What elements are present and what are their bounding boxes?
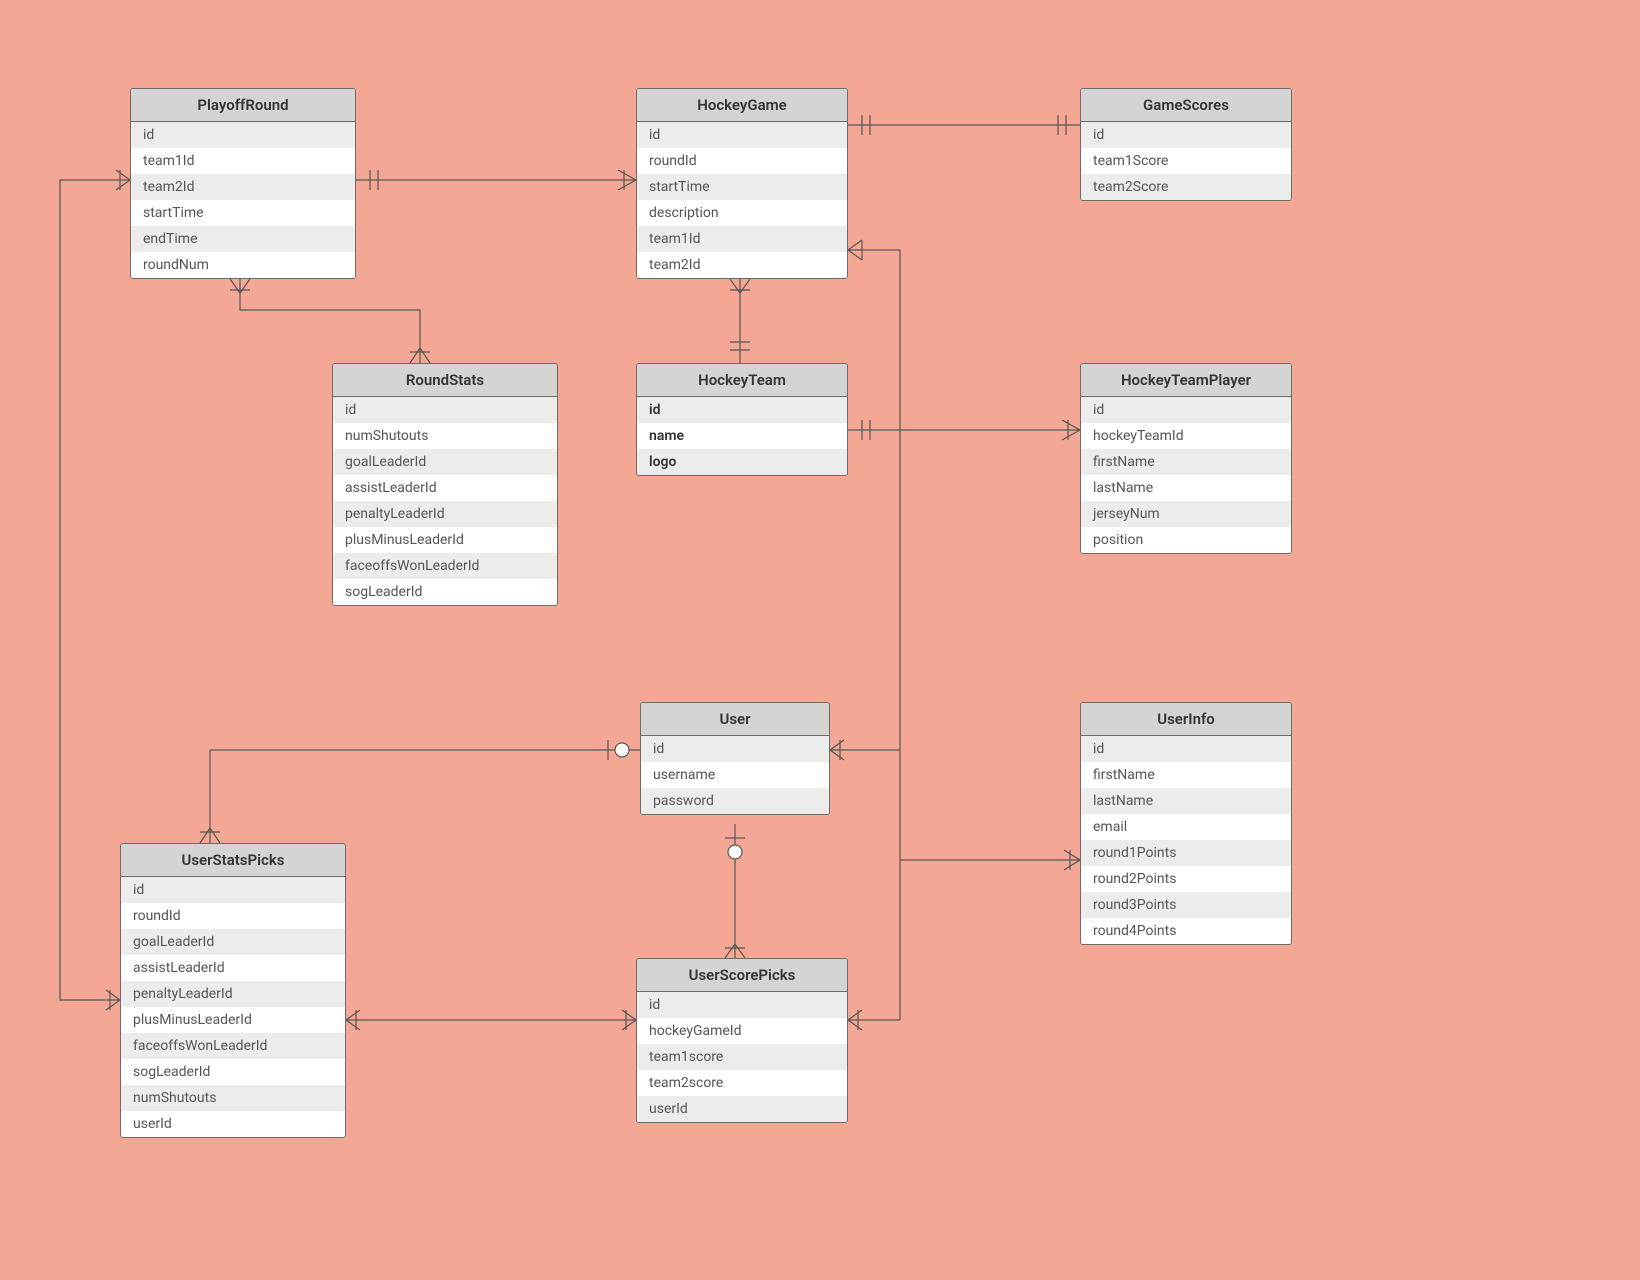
entity-field: team1Score [1081, 148, 1291, 174]
entity-field: jerseyNum [1081, 501, 1291, 527]
entity-header: HockeyTeamPlayer [1081, 364, 1291, 397]
entity-hockeyteam: HockeyTeam id name logo [636, 363, 848, 476]
entity-field: firstName [1081, 449, 1291, 475]
entity-field: team1score [637, 1044, 847, 1070]
entity-userscorepicks: UserScorePicks id hockeyGameId team1scor… [636, 958, 848, 1123]
entity-field: roundNum [131, 252, 355, 278]
entity-field: startTime [131, 200, 355, 226]
entity-header: GameScores [1081, 89, 1291, 122]
entity-gamescores: GameScores id team1Score team2Score [1080, 88, 1292, 201]
entity-field: penaltyLeaderId [121, 981, 345, 1007]
entity-field: sogLeaderId [333, 579, 557, 605]
entity-field: userId [121, 1111, 345, 1137]
entity-user: User id username password [640, 702, 830, 815]
entity-field: round3Points [1081, 892, 1291, 918]
entity-field: assistLeaderId [333, 475, 557, 501]
entity-field: id [637, 992, 847, 1018]
entity-field: startTime [637, 174, 847, 200]
entity-field: id [121, 877, 345, 903]
entity-header: UserStatsPicks [121, 844, 345, 877]
entity-field: description [637, 200, 847, 226]
entity-field: id [637, 122, 847, 148]
entity-field: lastName [1081, 788, 1291, 814]
entity-field: id [641, 736, 829, 762]
entity-field: sogLeaderId [121, 1059, 345, 1085]
entity-hockeygame: HockeyGame id roundId startTime descript… [636, 88, 848, 279]
entity-field: goalLeaderId [333, 449, 557, 475]
entity-field: faceoffsWonLeaderId [121, 1033, 345, 1059]
entity-field: position [1081, 527, 1291, 553]
entity-field: hockeyTeamId [1081, 423, 1291, 449]
entity-field: roundId [637, 148, 847, 174]
entity-userinfo: UserInfo id firstName lastName email rou… [1080, 702, 1292, 945]
entity-field: id [131, 122, 355, 148]
entity-field: penaltyLeaderId [333, 501, 557, 527]
entity-field: team2Id [637, 252, 847, 278]
entity-roundstats: RoundStats id numShutouts goalLeaderId a… [332, 363, 558, 606]
entity-field: team2score [637, 1070, 847, 1096]
entity-userstatspicks: UserStatsPicks id roundId goalLeaderId a… [120, 843, 346, 1138]
entity-field: numShutouts [333, 423, 557, 449]
entity-field: goalLeaderId [121, 929, 345, 955]
entity-field: firstName [1081, 762, 1291, 788]
entity-header: RoundStats [333, 364, 557, 397]
entity-playoffround: PlayoffRound id team1Id team2Id startTim… [130, 88, 356, 279]
entity-field: roundId [121, 903, 345, 929]
entity-header: HockeyGame [637, 89, 847, 122]
entity-field: team2Id [131, 174, 355, 200]
entity-field: team1Id [637, 226, 847, 252]
entity-field: password [641, 788, 829, 814]
entity-header: PlayoffRound [131, 89, 355, 122]
entity-field: id [637, 397, 847, 423]
entity-header: UserScorePicks [637, 959, 847, 992]
entity-field: round1Points [1081, 840, 1291, 866]
entity-field: round2Points [1081, 866, 1291, 892]
entity-field: numShutouts [121, 1085, 345, 1111]
entity-header: HockeyTeam [637, 364, 847, 397]
entity-field: round4Points [1081, 918, 1291, 944]
entity-field: id [1081, 397, 1291, 423]
entity-field: faceoffsWonLeaderId [333, 553, 557, 579]
entity-field: username [641, 762, 829, 788]
entity-field: email [1081, 814, 1291, 840]
entity-header: UserInfo [1081, 703, 1291, 736]
entity-field: logo [637, 449, 847, 475]
entity-field: lastName [1081, 475, 1291, 501]
entity-header: User [641, 703, 829, 736]
entity-field: id [333, 397, 557, 423]
entity-field: team2Score [1081, 174, 1291, 200]
entity-hockeyteamplayer: HockeyTeamPlayer id hockeyTeamId firstNa… [1080, 363, 1292, 554]
entity-field: id [1081, 122, 1291, 148]
entity-field: team1Id [131, 148, 355, 174]
entity-field: id [1081, 736, 1291, 762]
entity-field: assistLeaderId [121, 955, 345, 981]
entity-field: hockeyGameId [637, 1018, 847, 1044]
entity-field: plusMinusLeaderId [333, 527, 557, 553]
entity-field: userId [637, 1096, 847, 1122]
entity-field: plusMinusLeaderId [121, 1007, 345, 1033]
entity-field: name [637, 423, 847, 449]
entity-field: endTime [131, 226, 355, 252]
